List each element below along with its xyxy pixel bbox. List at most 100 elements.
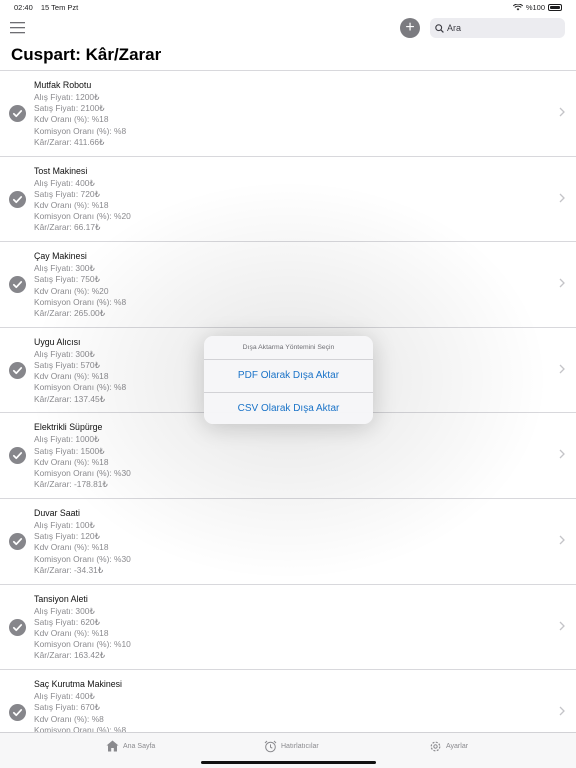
home-indicator [201,761,376,764]
search-input[interactable] [447,23,557,33]
commission-rate: Komisyon Oranı (%): %10 [34,639,131,650]
status-right: %100 [512,3,562,12]
list-item[interactable]: Çay Makinesi Alış Fiyatı: 300₺ Satış Fiy… [0,242,576,328]
vat-rate: Kdv Oranı (%): %8 [34,713,104,724]
product-details: Alış Fiyatı: 1200₺ Satış Fiyatı: 2100₺ K… [34,92,126,148]
action-sheet-title: Dışa Aktarma Yöntemini Seçin [204,336,373,360]
commission-rate: Komisyon Oranı (%): %8 [34,296,127,307]
profit-loss: Kâr/Zarar: 265.00₺ [34,308,105,318]
checkmark-badge-icon [9,618,26,636]
checkmark-badge-icon [9,704,26,722]
plus-circle-icon: + [405,19,415,36]
list-item[interactable]: Mutfak Robotu Alış Fiyatı: 1200₺ Satış F… [0,71,576,157]
commission-rate: Komisyon Oranı (%): %8 [34,724,127,732]
buy-price: Alış Fiyatı: 100₺ [34,519,95,530]
vat-rate: Kdv Oranı (%): %18 [34,371,109,382]
navigation-bar: + [0,14,576,44]
product-name: Tost Makinesi [34,165,88,176]
battery-icon [548,4,562,11]
product-name: Tansiyon Aleti [34,593,88,604]
vat-rate: Kdv Oranı (%): %20 [34,285,109,296]
export-action-sheet: Dışa Aktarma Yöntemini Seçin PDF Olarak … [204,336,373,424]
list-item[interactable]: Tansiyon Aleti Alış Fiyatı: 300₺ Satış F… [0,584,576,671]
alarm-clock-icon [264,740,277,753]
profit-loss: Kâr/Zarar: -34.31₺ [34,564,104,575]
buy-price: Alış Fiyatı: 400₺ [34,177,95,188]
tab-settings[interactable]: Ayarlar [429,740,468,753]
product-details: Alış Fiyatı: 1000₺ Satış Fiyatı: 1500₺ K… [34,434,131,490]
product-name: Mutfak Robotu [34,80,92,90]
vat-rate: Kdv Oranı (%): %18 [34,542,109,553]
chevron-right-icon [559,535,565,548]
buy-price: Alış Fiyatı: 300₺ [34,263,95,274]
page-title: Cuspart: Kâr/Zarar [11,45,162,64]
home-icon [106,740,119,752]
product-name: Elektrikli Süpürge [34,422,103,433]
chevron-right-icon [559,107,565,120]
vat-rate: Kdv Oranı (%): %18 [34,456,109,467]
product-name: Saç Kurutma Makinesi [34,679,123,690]
vat-rate: Kdv Oranı (%): %18 [34,627,109,638]
chevron-right-icon [559,364,565,377]
list-item[interactable]: Saç Kurutma Makinesi Alış Fiyatı: 400₺ S… [0,670,576,732]
sell-price: Satış Fiyatı: 670₺ [34,702,100,713]
vat-rate: Kdv Oranı (%): %18 [34,114,109,125]
tab-settings-label: Ayarlar [446,743,469,750]
sell-price: Satış Fiyatı: 570₺ [34,359,100,370]
sell-price: Satış Fiyatı: 120₺ [34,531,100,542]
commission-rate: Komisyon Oranı (%): %30 [34,467,131,478]
buy-price: Alış Fiyatı: 400₺ [34,691,95,702]
product-details: Alış Fiyatı: 400₺ Satış Fiyatı: 670₺ Kdv… [34,691,126,732]
chevron-right-icon [559,621,565,634]
tab-reminders[interactable]: Hatırlatıcılar [264,740,319,753]
checkmark-badge-icon [9,447,26,465]
checkmark-badge-icon [9,190,26,208]
sell-price: Satış Fiyatı: 2100₺ [34,103,105,114]
buy-price: Alış Fiyatı: 1200₺ [34,92,100,102]
sell-price: Satış Fiyatı: 1500₺ [34,445,105,456]
product-details: Alış Fiyatı: 300₺ Satış Fiyatı: 570₺ Kdv… [34,349,126,405]
list-item[interactable]: Duvar Saati Alış Fiyatı: 100₺ Satış Fiya… [0,498,576,585]
hamburger-menu-icon[interactable] [10,21,26,35]
list-item[interactable]: Elektrikli Süpürge Alış Fiyatı: 1000₺ Sa… [0,413,576,499]
product-details: Alış Fiyatı: 100₺ Satış Fiyatı: 120₺ Kdv… [34,520,131,576]
chevron-right-icon [559,706,565,719]
tab-reminders-label: Hatırlatıcılar [281,743,319,750]
product-details: Alış Fiyatı: 300₺ Satış Fiyatı: 620₺ Kdv… [34,606,131,662]
commission-rate: Komisyon Oranı (%): %30 [34,553,131,564]
chevron-right-icon [559,193,565,206]
commission-rate: Komisyon Oranı (%): %20 [34,211,131,222]
vat-rate: Kdv Oranı (%): %18 [34,200,109,210]
profit-loss: Kâr/Zarar: 137.45₺ [34,393,105,404]
profit-loss: Kâr/Zarar: -178.81₺ [34,479,108,490]
tab-home-label: Ana Sayfa [123,742,156,750]
commission-rate: Komisyon Oranı (%): %8 [34,125,127,136]
export-pdf-button[interactable]: PDF Olarak Dışa Aktar [204,360,373,392]
add-button[interactable]: + [400,18,420,38]
profit-loss: Kâr/Zarar: 411.66₺ [34,136,105,147]
buy-price: Alış Fiyatı: 300₺ [34,348,95,359]
checkmark-badge-icon [9,532,26,550]
commission-rate: Komisyon Oranı (%): %8 [34,382,127,393]
status-bar: 02:40 15 Tem Pzt %100 [0,0,576,14]
profit-loss: Kâr/Zarar: 163.42₺ [34,650,105,661]
profit-loss: Kâr/Zarar: 66.17₺ [34,222,101,233]
battery-percent: %100 [525,3,545,12]
export-csv-button[interactable]: CSV Olarak Dışa Aktar [204,392,373,424]
sell-price: Satış Fiyatı: 720₺ [34,188,100,199]
chevron-right-icon [559,449,565,462]
product-details: Alış Fiyatı: 400₺ Satış Fiyatı: 720₺ Kdv… [34,178,131,234]
search-field[interactable] [430,18,565,38]
sell-price: Satış Fiyatı: 620₺ [34,616,100,627]
tab-home[interactable]: Ana Sayfa [106,740,155,752]
status-time: 02:40 [14,3,33,12]
sell-price: Satış Fiyatı: 750₺ [34,274,100,285]
product-name: Çay Makinesi [34,251,87,262]
status-left: 02:40 15 Tem Pzt [14,3,84,12]
gear-icon [430,741,441,752]
list-item[interactable]: Tost Makinesi Alış Fiyatı: 400₺ Satış Fi… [0,156,576,243]
product-details: Alış Fiyatı: 300₺ Satış Fiyatı: 750₺ Kdv… [34,263,126,319]
product-name: Uygu Alıcısı [34,336,81,347]
magnifier-icon [435,23,444,33]
chevron-right-icon [559,278,565,291]
